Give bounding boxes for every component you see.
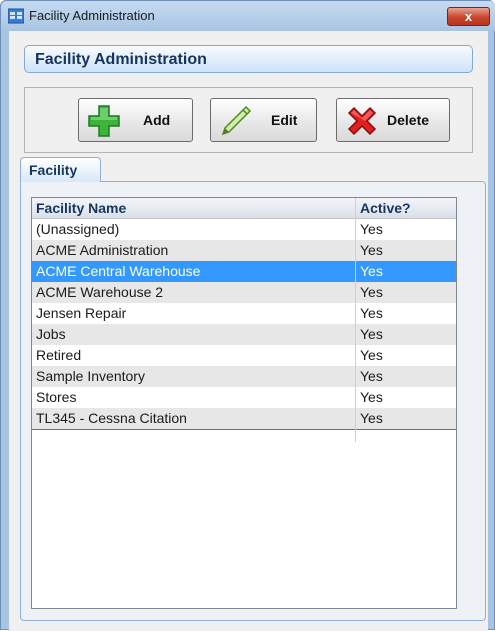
- active-cell: Yes: [360, 389, 383, 405]
- table-row-selected[interactable]: ACME Central Warehouse Yes: [32, 261, 456, 282]
- facility-name-cell: ACME Central Warehouse: [36, 263, 201, 279]
- table-row[interactable]: Jobs Yes: [32, 324, 456, 345]
- active-cell: Yes: [360, 326, 383, 342]
- column-header-active[interactable]: Active?: [360, 200, 411, 216]
- facility-name-cell: Jensen Repair: [36, 305, 127, 321]
- facility-name-cell: Retired: [36, 347, 82, 363]
- active-cell: Yes: [360, 368, 383, 384]
- column-separator: [355, 198, 356, 442]
- delete-button[interactable]: Delete: [336, 98, 450, 142]
- table-row[interactable]: (Unassigned) Yes: [32, 219, 456, 240]
- table-header: Facility Name Active?: [32, 198, 456, 219]
- facility-name-cell: TL345 - Cessna Citation: [36, 410, 187, 426]
- page-header: Facility Administration: [24, 45, 473, 73]
- application-window: Facility Administration x Facility Admin…: [0, 0, 495, 631]
- table-row[interactable]: Sample Inventory Yes: [32, 366, 456, 387]
- active-cell: Yes: [360, 305, 383, 321]
- table-row[interactable]: Retired Yes: [32, 345, 456, 366]
- close-button[interactable]: x: [447, 7, 490, 26]
- facility-table: Facility Name Active? (Unassigned) Yes A…: [31, 197, 457, 609]
- plus-icon: [88, 105, 120, 137]
- edit-button[interactable]: Edit: [210, 98, 317, 142]
- table-row[interactable]: ACME Warehouse 2 Yes: [32, 282, 456, 303]
- pencil-icon: [221, 105, 252, 136]
- window-title: Facility Administration: [29, 8, 155, 23]
- facility-name-cell: ACME Warehouse 2: [36, 284, 164, 300]
- facility-name-cell: Jobs: [36, 326, 66, 342]
- tab-facility-label: Facility: [29, 162, 78, 178]
- active-cell: Yes: [360, 263, 383, 279]
- table-row[interactable]: Jensen Repair Yes: [32, 303, 456, 324]
- close-icon: x: [464, 9, 473, 24]
- facility-name-cell: ACME Administration: [36, 242, 169, 258]
- active-cell: Yes: [360, 221, 383, 237]
- delete-button-label: Delete: [387, 112, 430, 128]
- table-row[interactable]: Stores Yes: [32, 387, 456, 408]
- window-app-icon: [8, 8, 24, 24]
- facility-name-cell: Sample Inventory: [36, 368, 145, 384]
- page-title: Facility Administration: [35, 51, 207, 68]
- add-button-label: Add: [143, 112, 171, 128]
- facility-name-cell: (Unassigned): [36, 221, 120, 237]
- title-bar[interactable]: Facility Administration x: [1, 1, 495, 31]
- add-button[interactable]: Add: [78, 98, 193, 142]
- active-cell: Yes: [360, 284, 383, 300]
- table-row[interactable]: TL345 - Cessna Citation Yes: [32, 408, 456, 429]
- active-cell: Yes: [360, 410, 383, 426]
- column-header-facility-name[interactable]: Facility Name: [36, 200, 126, 216]
- rows-divider: [32, 429, 456, 430]
- facility-name-cell: Stores: [36, 389, 77, 405]
- active-cell: Yes: [360, 242, 383, 258]
- table-row[interactable]: ACME Administration Yes: [32, 240, 456, 261]
- red-x-icon: [347, 106, 377, 136]
- toolbar: Add Edit Delete: [24, 87, 473, 153]
- edit-button-label: Edit: [271, 112, 298, 128]
- active-cell: Yes: [360, 347, 383, 363]
- window-client-area: Facility Administration Add Edit Delete …: [9, 31, 488, 631]
- tab-facility[interactable]: Facility: [20, 157, 101, 182]
